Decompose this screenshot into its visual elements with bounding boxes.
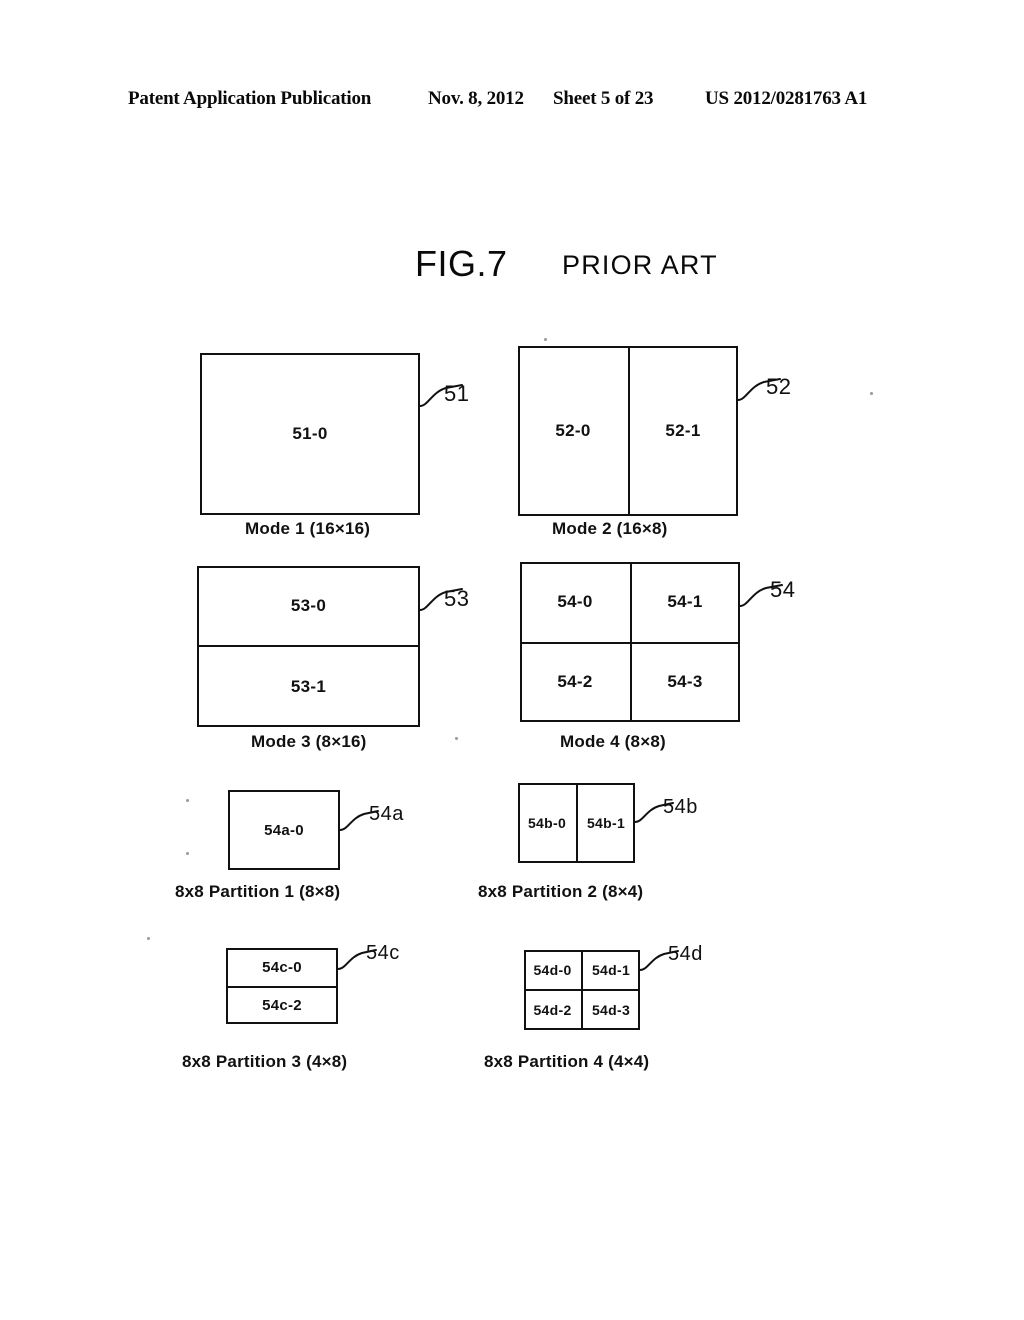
scan-speck [870, 392, 873, 395]
partition1-subblock-0: 54a-0 [264, 821, 304, 839]
mode3-reference-number: 53 [444, 586, 470, 611]
partition4-subblock-2: 54d-2 [533, 1002, 572, 1018]
partition4-subblock-1: 54d-1 [591, 961, 631, 978]
mode2-reference-number: 52 [766, 374, 792, 399]
scan-speck [186, 852, 189, 855]
figure-prior-art-note: PRIOR ART [562, 250, 718, 280]
mode1-caption: Mode 1 (16×16) [245, 519, 371, 538]
scan-speck [186, 799, 189, 802]
mode1-partition-0: 51-0 [292, 424, 328, 443]
partition2-subblock-0: 54b-0 [527, 815, 567, 831]
mode3-partition-1: 53-1 [290, 677, 327, 696]
partition1-reference-number: 54a [369, 803, 404, 825]
figure-title: FIG.7 [415, 243, 508, 284]
scan-speck [147, 937, 150, 940]
partition4-subblock-3: 54d-3 [591, 1002, 631, 1018]
figure-canvas: FIG.7 PRIOR ART 51-0 51 Mode 1 (16×16) 5… [0, 0, 1024, 1320]
scan-speck [544, 338, 547, 341]
mode2-partition-0: 52-0 [555, 421, 591, 440]
mode3-partition-0: 53-0 [290, 595, 327, 615]
partition4-caption: 8x8 Partition 4 (4×4) [484, 1052, 650, 1071]
partition3-subblock-1: 54c-2 [262, 997, 302, 1014]
mode2-partition-1: 52-1 [665, 421, 701, 440]
mode4-partition-0: 54-0 [557, 592, 593, 611]
mode4-partition-2: 54-2 [557, 672, 593, 691]
scan-speck [455, 737, 458, 740]
partition4-reference-number: 54d [668, 943, 703, 965]
partition3-caption: 8x8 Partition 3 (4×8) [182, 1052, 348, 1071]
partition2-subblock-1: 54b-1 [586, 815, 626, 831]
mode4-caption: Mode 4 (8×8) [560, 732, 666, 751]
partition4-subblock-0: 54d-0 [533, 961, 572, 978]
partition3-subblock-0: 54c-0 [262, 958, 302, 976]
mode4-partition-3: 54-3 [667, 672, 703, 691]
mode1-reference-number: 51 [444, 381, 470, 406]
mode3-caption: Mode 3 (8×16) [251, 732, 367, 751]
mode2-caption: Mode 2 (16×8) [552, 519, 668, 538]
mode4-reference-number: 54 [770, 577, 796, 602]
partition3-reference-number: 54c [366, 942, 400, 964]
mode4-partition-1: 54-1 [667, 592, 703, 611]
partition1-caption: 8x8 Partition 1 (8×8) [175, 882, 341, 901]
partition2-caption: 8x8 Partition 2 (8×4) [478, 882, 644, 901]
partition2-reference-number: 54b [663, 796, 698, 818]
